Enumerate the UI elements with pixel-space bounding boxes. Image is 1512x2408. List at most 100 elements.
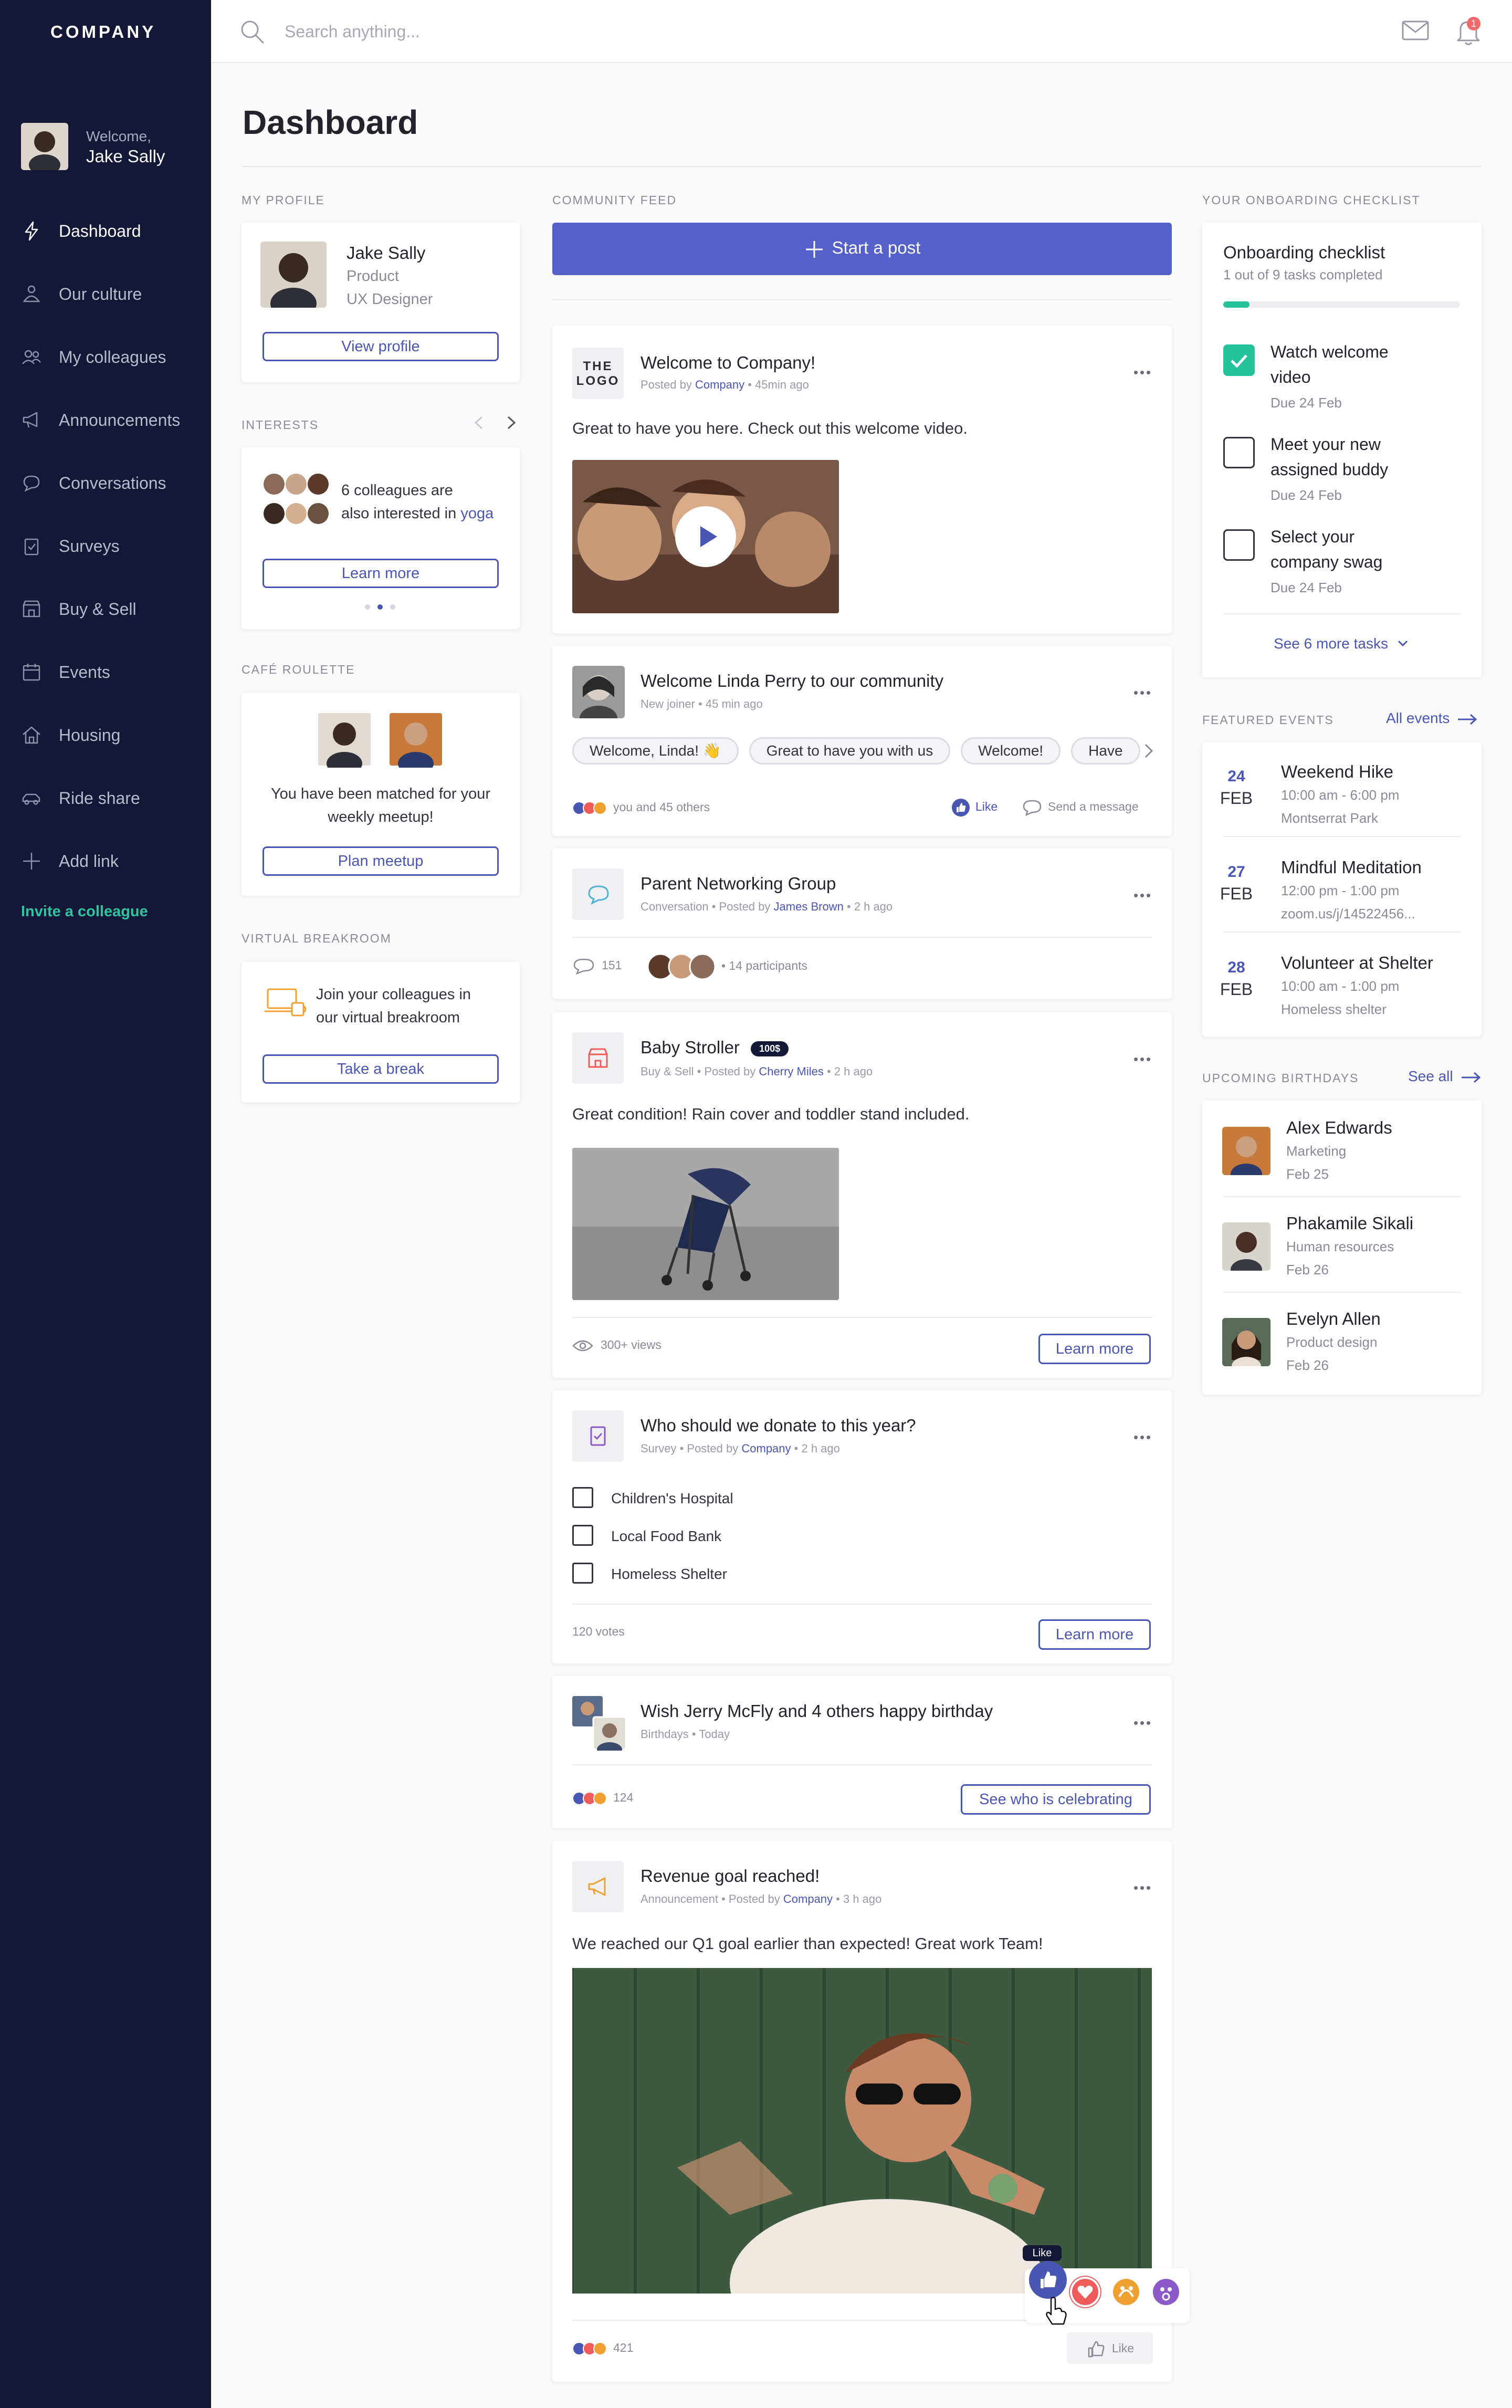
section-label-featured-events: FEATURED EVENTS <box>1202 713 1334 727</box>
store-icon <box>588 1048 608 1068</box>
celebrate-reaction-icon[interactable] <box>1110 2276 1142 2308</box>
author-link[interactable]: James Brown <box>774 900 844 913</box>
sidebar: COMPANY Welcome, Jake Sally Dashboard Our… <box>0 0 211 2408</box>
birthday-date: Feb 26 <box>1286 1262 1329 1278</box>
view-profile-button[interactable]: View profile <box>262 332 499 361</box>
divider <box>572 1604 1152 1605</box>
chat-icon <box>588 885 609 905</box>
nav-conversations[interactable]: Conversations <box>0 452 211 515</box>
post-title: Welcome Linda Perry to our community <box>640 671 944 690</box>
chevron-left-icon[interactable] <box>470 414 488 432</box>
learn-more-button[interactable]: Learn more <box>1038 1334 1151 1364</box>
comment-icon <box>573 958 594 975</box>
plan-meetup-button[interactable]: Plan meetup <box>262 846 499 876</box>
nav-my-colleagues[interactable]: My colleagues <box>0 326 211 389</box>
learn-more-button[interactable]: Learn more <box>1038 1619 1151 1650</box>
mail-icon[interactable] <box>1402 20 1429 41</box>
more-options-icon[interactable] <box>1134 368 1153 374</box>
more-options-icon[interactable] <box>1134 1718 1153 1725</box>
nav-ride-share[interactable]: Ride share <box>0 767 211 830</box>
chat-icon <box>1023 800 1042 816</box>
stroller-photo[interactable] <box>572 1148 839 1300</box>
nav-add-link[interactable]: Add link <box>0 830 211 893</box>
nav-buy-sell[interactable]: Buy & Sell <box>0 578 211 641</box>
see-more-tasks-link[interactable]: See 6 more tasks <box>1202 635 1482 652</box>
onboarding-title: Onboarding checklist <box>1223 243 1385 262</box>
author-link[interactable]: Company <box>741 1442 791 1455</box>
learn-more-button[interactable]: Learn more <box>262 559 499 588</box>
cafe-text-line2: weekly meetup! <box>328 809 434 825</box>
reaction-count: 124 <box>613 1791 634 1804</box>
birthday-avatars <box>572 1696 627 1751</box>
start-post-button[interactable]: Start a post <box>552 223 1172 275</box>
send-message-button[interactable]: Send a message <box>1022 798 1139 817</box>
more-options-icon[interactable] <box>1134 688 1153 695</box>
like-button[interactable]: Like <box>1067 2332 1153 2364</box>
see-all-birthdays-link[interactable]: See all <box>1408 1068 1482 1085</box>
task-due: Due 24 Feb <box>1270 580 1342 595</box>
more-options-icon[interactable] <box>1134 1432 1153 1439</box>
reaction-icons <box>572 800 613 815</box>
more-options-icon[interactable] <box>1134 891 1153 897</box>
carousel-dots[interactable] <box>363 603 397 611</box>
task-checkbox[interactable] <box>1223 529 1255 561</box>
breakroom-text-line1: Join your colleagues in <box>316 986 471 1003</box>
company-logo: THE LOGO <box>572 348 624 399</box>
survey-option-checkbox[interactable] <box>572 1487 593 1508</box>
arrow-right-icon <box>1458 714 1477 725</box>
nav-our-culture[interactable]: Our culture <box>0 263 211 326</box>
post-body: We reached our Q1 goal earlier than expe… <box>572 1934 1043 1953</box>
celebration-photo[interactable] <box>572 1968 1152 2294</box>
quick-reply-chip[interactable]: Welcome, Linda! 👋 <box>572 737 739 765</box>
conversation-thumb <box>572 868 624 920</box>
all-events-link[interactable]: All events <box>1386 710 1478 727</box>
search-icon <box>241 20 265 44</box>
survey-option-checkbox[interactable] <box>572 1525 593 1546</box>
interests-text-line2: also interested in <box>341 505 457 522</box>
quick-reply-chip[interactable]: Have <box>1071 737 1140 765</box>
surprised-reaction-icon[interactable] <box>1150 2276 1182 2308</box>
event-time: 12:00 pm - 1:00 pm <box>1281 883 1400 898</box>
nav-housing[interactable]: Housing <box>0 704 211 767</box>
top-bar: 1 <box>211 0 1512 63</box>
love-reaction-icon[interactable] <box>1069 2276 1101 2308</box>
eye-icon <box>572 1340 593 1352</box>
invite-colleague-link[interactable]: Invite a colleague <box>21 903 148 920</box>
see-celebrating-button[interactable]: See who is celebrating <box>961 1784 1151 1815</box>
interest-yoga-link[interactable]: yoga <box>460 505 494 522</box>
nav-surveys[interactable]: Surveys <box>0 515 211 578</box>
chevron-right-icon[interactable] <box>502 414 520 432</box>
comment-count: 151 <box>602 958 622 972</box>
search-input[interactable] <box>285 16 757 47</box>
quick-reply-chip[interactable]: Welcome! <box>961 737 1061 765</box>
quick-reply-chip[interactable]: Great to have you with us <box>749 737 951 765</box>
task-due: Due 24 Feb <box>1270 395 1342 411</box>
take-break-button[interactable]: Take a break <box>262 1054 499 1084</box>
divider <box>1223 931 1461 933</box>
event-time: 10:00 am - 1:00 pm <box>1281 978 1400 994</box>
nav-dashboard[interactable]: Dashboard <box>0 200 211 263</box>
more-options-icon[interactable] <box>1134 1883 1153 1890</box>
more-options-icon[interactable] <box>1134 1054 1153 1061</box>
reaction-icons <box>572 2341 613 2355</box>
avatar <box>21 123 68 170</box>
author-link[interactable]: Company <box>783 1892 833 1906</box>
nav-announcements[interactable]: Announcements <box>0 389 211 452</box>
like-button[interactable]: Like <box>951 798 998 817</box>
like-reaction-icon[interactable] <box>1028 2260 1068 2300</box>
sidebar-user[interactable]: Welcome, Jake Sally <box>21 123 165 170</box>
survey-option-checkbox[interactable] <box>572 1563 593 1584</box>
chevron-right-icon[interactable] <box>1140 741 1156 760</box>
task-checkbox[interactable] <box>1223 437 1255 468</box>
task-checkbox[interactable] <box>1223 344 1255 376</box>
author-link[interactable]: Company <box>695 378 744 391</box>
breakroom-card: Join your colleagues in our virtual brea… <box>242 962 520 1103</box>
plus-icon <box>23 853 40 870</box>
author-link[interactable]: Cherry Miles <box>759 1065 823 1078</box>
clipboard-icon <box>590 1426 606 1446</box>
welcome-video[interactable] <box>572 460 839 613</box>
nav-events[interactable]: Events <box>0 641 211 704</box>
play-button[interactable] <box>675 506 736 567</box>
participant-avatars <box>647 953 716 980</box>
check-icon <box>1231 354 1247 368</box>
